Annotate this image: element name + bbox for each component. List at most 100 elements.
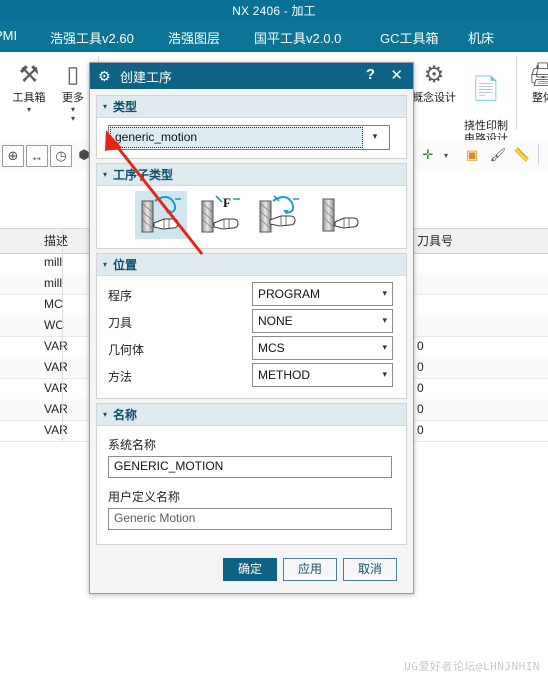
section-position-header[interactable]: ▾ 位置 [97, 254, 406, 276]
table-row[interactable] [409, 294, 548, 316]
ribbon-group-design: ⚙ 概念设计 📄 挠性印制 电路设计 🖨 整体 [400, 52, 548, 145]
label-method: 方法 [108, 370, 133, 384]
section-name-title: 名称 [113, 408, 138, 422]
dialog-title-bar[interactable]: ⚙ 创建工序 ? ✕ [90, 63, 413, 89]
generic-motion-alt-subtype-icon[interactable] [255, 191, 307, 239]
label-geometry: 几何体 [108, 343, 145, 357]
ok-button[interactable]: 确定 [223, 558, 277, 581]
cancel-button[interactable]: 取消 [343, 558, 397, 581]
section-subtype: ▾ 工序子类型 F [96, 163, 407, 249]
tab-gc-toolbox[interactable]: GC工具箱 [380, 28, 439, 47]
column-header-description: 描述 [0, 228, 96, 254]
label-user-defined-name: 用户定义名称 [108, 490, 181, 504]
method-combobox[interactable]: METHOD ▾ [252, 363, 393, 387]
section-subtype-header[interactable]: ▾ 工序子类型 [97, 164, 406, 186]
ribbon-button-integral[interactable]: 🖨 整体 [520, 56, 548, 105]
system-name-input[interactable]: GENERIC_MOTION [108, 456, 392, 478]
table-row[interactable]: VAR [0, 420, 96, 442]
ruler-icon[interactable]: 📏 [512, 145, 532, 165]
tool-combobox[interactable]: NONE ▾ [252, 309, 393, 333]
program-combobox-value: PROGRAM [258, 287, 321, 301]
label-program: 程序 [108, 289, 133, 303]
measure-angle-icon[interactable]: ◷ [50, 145, 72, 167]
table-row[interactable]: VAR [0, 378, 96, 400]
table-row[interactable] [409, 252, 548, 274]
table-row[interactable]: MC [0, 294, 96, 316]
stamp-tool-icon[interactable]: ⊕ [2, 145, 24, 167]
help-icon[interactable]: ? [366, 66, 375, 83]
ribbon-group-divider-2 [516, 56, 517, 130]
measure-distance-icon[interactable]: ↔ [26, 145, 48, 167]
toolbar-divider-far-right [538, 144, 539, 165]
table-row[interactable]: mill [0, 273, 96, 295]
section-name-header[interactable]: ▾ 名称 [97, 404, 406, 426]
type-combobox[interactable]: generic_motion ▾ [108, 125, 390, 150]
chevron-down-icon[interactable]: ▾ [97, 254, 113, 275]
program-combobox[interactable]: PROGRAM ▾ [252, 282, 393, 306]
paintbrush-icon[interactable]: 🖌 [488, 145, 508, 165]
chevron-down-icon[interactable]: ▾ [440, 145, 452, 165]
flex-pcb-design-icon: 📄 [471, 75, 501, 101]
ribbon-button-toolbox-label: 工具箱 [12, 92, 46, 104]
tab-machine-tool[interactable]: 机床 [468, 28, 494, 47]
column-header-tool-number: 刀具号 [409, 228, 548, 254]
tab-haoqiang-tools[interactable]: 浩强工具v2.60 [50, 28, 134, 47]
table-row[interactable]: 0 [409, 399, 548, 421]
section-type-title: 类型 [113, 100, 138, 114]
object-display-icon[interactable]: ▣ [462, 145, 482, 165]
label-tool: 刀具 [108, 316, 133, 330]
section-type-header[interactable]: ▾ 类型 [97, 96, 406, 118]
column-divider [62, 228, 63, 441]
generic-motion-plain-subtype-icon[interactable] [315, 191, 367, 239]
integral-icon: 🖨 [528, 61, 548, 87]
ribbon-button-concept-design[interactable]: ⚙ 概念设计 [408, 56, 460, 105]
user-defined-name-input[interactable]: Generic Motion [108, 508, 392, 530]
ribbon-button-concept-design-label: 概念设计 [412, 92, 456, 104]
table-row[interactable]: VAR [0, 399, 96, 421]
table-row[interactable]: VAR [0, 357, 96, 379]
chevron-down-icon[interactable]: ▾ [382, 283, 387, 304]
table-row[interactable]: 0 [409, 336, 548, 358]
hammer-wrench-icon: ⚒ [18, 61, 40, 87]
ribbon-button-toolbox[interactable]: ⚒ 工具箱 ▾ [6, 56, 52, 115]
tab-guoping-tools[interactable]: 国平工具v2.0.0 [254, 28, 341, 47]
table-row[interactable] [409, 273, 548, 295]
chevron-down-icon[interactable]: ▾ [6, 105, 52, 115]
method-combobox-value: METHOD [258, 368, 310, 382]
application-title: NX 2406 - 加工 [232, 4, 316, 18]
type-combobox-value[interactable]: generic_motion [110, 127, 363, 148]
tab-haoqiang-layers[interactable]: 浩强图层 [168, 28, 220, 47]
chevron-down-icon[interactable]: ▾ [97, 96, 113, 117]
chevron-down-icon[interactable]: ▾ [382, 337, 387, 358]
table-row[interactable]: 0 [409, 378, 548, 400]
table-row[interactable]: mill [0, 252, 96, 274]
ribbon-button-integral-label: 整体 [532, 92, 548, 104]
gear-icon: ⚙ [98, 68, 111, 84]
chevron-down-icon[interactable]: ▾ [382, 310, 387, 331]
generic-motion-subtype-icon[interactable] [135, 191, 187, 239]
ribbon-group-toolbox: ⚒ 工具箱 ▾ ▯ 更多 ▾ ▾ [0, 52, 100, 138]
chevron-down-icon[interactable]: ▾ [382, 364, 387, 385]
close-icon[interactable]: ✕ [390, 66, 403, 84]
svg-text:F: F [223, 195, 231, 210]
apply-button[interactable]: 应用 [283, 558, 337, 581]
dialog-title: 创建工序 [120, 70, 173, 85]
table-row[interactable]: 0 [409, 420, 548, 442]
chevron-down-icon[interactable]: ▾ [97, 164, 113, 185]
table-row[interactable] [409, 315, 548, 337]
geometry-combobox[interactable]: MCS ▾ [252, 336, 393, 360]
geometry-combobox-value: MCS [258, 341, 285, 355]
chevron-down-icon[interactable]: ▾ [97, 404, 113, 425]
table-row[interactable]: 0 [409, 357, 548, 379]
section-position-title: 位置 [113, 258, 138, 272]
create-operation-dialog: ⚙ 创建工序 ? ✕ ▾类型 generic_motion ▾ ▾工序子类型 [89, 62, 414, 594]
tab-pmi[interactable]: PMI [0, 28, 17, 43]
table-row[interactable]: VAR [0, 336, 96, 358]
move-csys-icon[interactable]: ✛ [418, 145, 438, 165]
table-row[interactable]: WC [0, 315, 96, 337]
section-position: ▾ 位置 程序 PROGRAM ▾ 刀具 NONE ▾ 几何体 MCS ▾ 方法 … [96, 253, 407, 399]
chevron-down-icon[interactable]: ▾ [365, 126, 385, 147]
forum-watermark: UG爱好者论坛@LHNJNHIN [404, 660, 540, 673]
section-type: ▾ 类型 generic_motion ▾ [96, 95, 407, 159]
generic-motion-f-subtype-icon[interactable]: F [195, 191, 247, 239]
